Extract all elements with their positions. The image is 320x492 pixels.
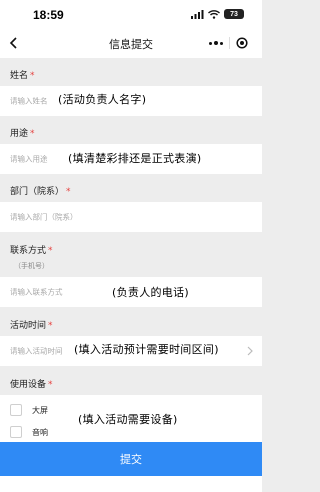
time-placeholder: 请输入活动时间 [10, 346, 63, 356]
time-annotation: (填入活动预计需要时间区间) [74, 343, 219, 356]
battery-icon: 73 [224, 9, 244, 19]
status-icons: 73 [191, 9, 244, 19]
department-label: 部门（院系） * [10, 187, 71, 197]
department-field[interactable]: 请输入部门（院系） [0, 202, 262, 232]
form-page: 18:59 73 信息提交 姓名 * 请输入姓名 (活动负责人名字) 用途 * … [0, 0, 262, 492]
contact-annotation: (负责人的电话) [112, 286, 189, 299]
device-option-label: 音响 [32, 427, 48, 437]
chevron-right-icon [247, 346, 253, 356]
contact-sublabel: （手机号） [14, 262, 49, 270]
purpose-label: 用途 * [10, 129, 35, 139]
name-placeholder: 请输入姓名 [10, 96, 48, 106]
purpose-annotation: (填清楚彩排还是正式表演) [68, 152, 202, 165]
device-option[interactable]: 大屏 [10, 404, 48, 416]
contact-placeholder: 请输入联系方式 [10, 287, 63, 297]
purpose-placeholder: 请输入用途 [10, 154, 48, 164]
device-option[interactable]: 音响 [10, 426, 48, 438]
devices-label: 使用设备 * [10, 380, 53, 390]
department-placeholder: 请输入部门（院系） [10, 212, 78, 222]
device-option-label: 大屏 [32, 405, 48, 415]
name-annotation: (活动负责人名字) [58, 93, 147, 106]
bottom-safe-area [0, 476, 262, 492]
checkbox[interactable] [10, 404, 22, 416]
target-icon[interactable] [230, 33, 255, 53]
wifi-icon [208, 9, 220, 19]
mini-program-capsule [204, 33, 254, 53]
status-bar: 18:59 73 [0, 0, 262, 28]
status-time: 18:59 [33, 8, 64, 22]
devices-annotation: (填入活动需要设备) [78, 413, 178, 426]
more-icon[interactable] [204, 33, 229, 53]
submit-button[interactable]: 提交 [0, 442, 262, 476]
name-label: 姓名 * [10, 71, 35, 81]
checkbox[interactable] [10, 426, 22, 438]
time-label: 活动时间 * [10, 321, 53, 331]
signal-icon [191, 9, 204, 19]
nav-bar: 信息提交 [0, 28, 262, 58]
contact-label: 联系方式 * [10, 246, 53, 256]
